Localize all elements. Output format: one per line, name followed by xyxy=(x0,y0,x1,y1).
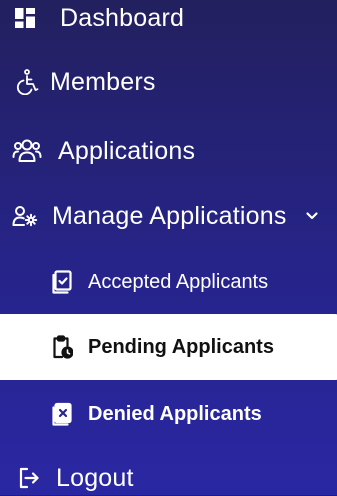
sidebar-item-label: Logout xyxy=(56,463,134,492)
sidebar-subitem-pending-applicants[interactable]: Pending Applicants xyxy=(0,314,337,380)
sidebar-item-label: Dashboard xyxy=(60,3,185,32)
sidebar-item-manage-applications[interactable]: Manage Applications xyxy=(0,197,337,235)
sidebar-item-logout[interactable]: Logout xyxy=(0,460,337,496)
sidebar-item-label: Manage Applications xyxy=(52,201,287,230)
user-gear-icon xyxy=(12,204,38,228)
chevron-down-icon[interactable] xyxy=(305,209,319,223)
sidebar-item-label: Denied Applicants xyxy=(88,402,262,425)
sidebar-subitem-accepted-applicants[interactable]: Accepted Applicants xyxy=(0,264,337,300)
clipboard-check-icon xyxy=(51,270,73,294)
wheelchair-icon xyxy=(14,69,40,95)
sidebar-item-label: Pending Applicants xyxy=(88,335,274,358)
sidebar-item-dashboard[interactable]: Dashboard xyxy=(0,0,337,36)
sidebar-item-applications[interactable]: Applications xyxy=(0,132,337,170)
dashboard-icon xyxy=(14,7,36,29)
logout-icon xyxy=(18,466,40,490)
clipboard-x-icon xyxy=(51,402,73,426)
sidebar-item-label: Accepted Applicants xyxy=(88,270,269,293)
users-icon xyxy=(12,137,42,165)
sidebar-item-label: Applications xyxy=(58,136,196,165)
clipboard-clock-icon xyxy=(51,335,73,359)
sidebar-item-members[interactable]: Members xyxy=(0,64,337,100)
sidebar-item-label: Members xyxy=(50,67,156,96)
sidebar-subitem-denied-applicants[interactable]: Denied Applicants xyxy=(0,396,337,432)
sidebar-menu: Dashboard Members Applications Manage Ap… xyxy=(0,0,337,495)
